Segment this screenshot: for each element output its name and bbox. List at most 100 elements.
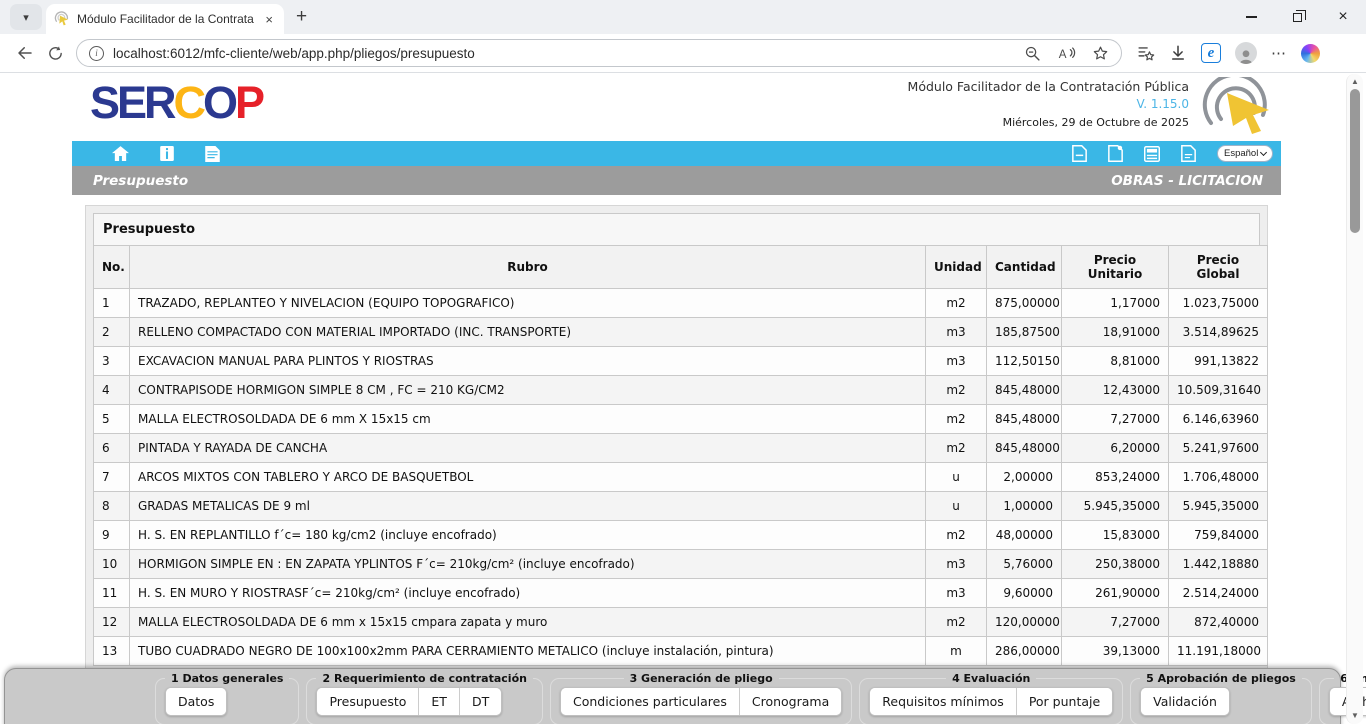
row-rubro: H. S. EN REPLANTILLO f´c= 180 kg/cm2 (in…: [130, 521, 926, 550]
browser-tab[interactable]: Módulo Facilitador de la Contrata ×: [46, 4, 284, 34]
row-no: 13: [94, 637, 130, 666]
app-title: Módulo Facilitador de la Contratación Pú…: [908, 79, 1189, 94]
nav-button-group: Requisitos mínimosPor puntaje: [869, 687, 1113, 716]
home-icon[interactable]: [112, 146, 129, 161]
window-minimize-button[interactable]: [1228, 0, 1274, 34]
tab-favicon-icon: [54, 11, 70, 27]
browser-menu-icon[interactable]: ⋯: [1271, 44, 1287, 62]
pdf-preview-icon[interactable]: [1181, 145, 1196, 162]
url-text[interactable]: localhost:6012/mfc-cliente/web/app.php/p…: [113, 46, 1015, 61]
back-button[interactable]: [10, 38, 40, 68]
page-content: SERCOP Módulo Facilitador de la Contrata…: [0, 74, 1346, 724]
collections-icon[interactable]: [1136, 44, 1155, 63]
table-header-row: No. Rubro Unidad Cantidad Precio Unitari…: [94, 246, 1268, 289]
scrollbar-down-icon[interactable]: ▼: [1347, 711, 1363, 720]
nav-button[interactable]: Por puntaje: [1016, 688, 1112, 715]
document-icon[interactable]: [205, 146, 220, 162]
menubar-left-icons: [112, 146, 220, 162]
browser-tab-strip: ▾ Módulo Facilitador de la Contrata × + …: [0, 0, 1366, 34]
svg-text:A: A: [1059, 49, 1067, 61]
app-menubar: Español: [72, 141, 1281, 166]
row-precio-global: 11.191,18000: [1169, 637, 1268, 666]
copilot-icon[interactable]: [1301, 44, 1320, 63]
nav-button[interactable]: Presupuesto: [317, 688, 418, 715]
read-aloud-icon[interactable]: A: [1057, 45, 1076, 62]
nav-button[interactable]: Condiciones particulares: [561, 688, 739, 715]
row-no: 12: [94, 608, 130, 637]
logo-text: C: [174, 77, 204, 128]
row-no: 9: [94, 521, 130, 550]
window-close-button[interactable]: ×: [1320, 0, 1366, 34]
refresh-button[interactable]: [40, 38, 70, 68]
row-unidad: m2: [926, 434, 987, 463]
row-cantidad: 845,48000: [987, 405, 1062, 434]
tab-search-button[interactable]: ▾: [10, 4, 42, 30]
row-rubro: CONTRAPISODE HORMIGON SIMPLE 8 CM , FC =…: [130, 376, 926, 405]
table-row: 3EXCAVACION MANUAL PARA PLINTOS Y RIOSTR…: [94, 347, 1268, 376]
row-precio-unitario: 853,24000: [1062, 463, 1169, 492]
calculator-icon[interactable]: [1144, 146, 1160, 162]
table-row: 10HORMIGON SIMPLE EN : EN ZAPATA YPLINTO…: [94, 550, 1268, 579]
row-precio-unitario: 15,83000: [1062, 521, 1169, 550]
nav-button[interactable]: ET: [418, 688, 459, 715]
row-no: 2: [94, 318, 130, 347]
nav-group-legend: 4 Evaluación: [946, 672, 1036, 685]
col-header-no: No.: [94, 246, 130, 289]
row-no: 8: [94, 492, 130, 521]
nav-button[interactable]: Cronograma: [739, 688, 841, 715]
nav-button[interactable]: DT: [459, 688, 501, 715]
nav-group: 2 Requerimiento de contrataciónPresupues…: [306, 672, 542, 724]
language-select[interactable]: Español: [1217, 145, 1273, 162]
row-precio-unitario: 250,38000: [1062, 550, 1169, 579]
scrollbar-up-icon[interactable]: ▲: [1347, 77, 1363, 86]
nav-button[interactable]: Validación: [1141, 688, 1229, 715]
col-header-rubro: Rubro: [130, 246, 926, 289]
row-no: 3: [94, 347, 130, 376]
row-cantidad: 5,76000: [987, 550, 1062, 579]
row-unidad: m2: [926, 405, 987, 434]
nav-button[interactable]: Datos: [166, 688, 226, 715]
zoom-out-icon[interactable]: [1024, 45, 1041, 62]
info-icon[interactable]: [160, 146, 174, 161]
scrollbar-thumb[interactable]: [1350, 89, 1360, 233]
col-header-cantidad: Cantidad: [987, 246, 1062, 289]
row-rubro: MALLA ELECTROSOLDADA DE 6 mm x 15x15 cmp…: [130, 608, 926, 637]
url-field[interactable]: i localhost:6012/mfc-cliente/web/app.php…: [76, 39, 1122, 67]
window-restore-button[interactable]: [1274, 0, 1320, 34]
downloads-icon[interactable]: [1169, 44, 1187, 62]
row-precio-global: 6.146,63960: [1169, 405, 1268, 434]
row-precio-global: 2.514,24000: [1169, 579, 1268, 608]
row-unidad: m2: [926, 289, 987, 318]
row-precio-unitario: 12,43000: [1062, 376, 1169, 405]
nav-button[interactable]: Requisitos mínimos: [870, 688, 1016, 715]
row-precio-unitario: 1,17000: [1062, 289, 1169, 318]
row-rubro: MALLA ELECTROSOLDADA DE 6 mm X 15x15 cm: [130, 405, 926, 434]
profile-avatar[interactable]: [1235, 42, 1257, 64]
row-precio-unitario: 18,91000: [1062, 318, 1169, 347]
row-rubro: RELLENO COMPACTADO CON MATERIAL IMPORTAD…: [130, 318, 926, 347]
page-scrollbar[interactable]: ▲ ▼: [1346, 74, 1363, 724]
site-info-icon[interactable]: i: [89, 46, 104, 61]
new-tab-button[interactable]: +: [296, 6, 307, 28]
new-document-icon[interactable]: [1108, 145, 1123, 162]
app-version: V. 1.15.0: [908, 97, 1189, 111]
tab-close-icon[interactable]: ×: [262, 12, 276, 27]
row-precio-global: 1.023,75000: [1169, 289, 1268, 318]
ie-mode-icon[interactable]: e: [1201, 43, 1221, 63]
row-unidad: m2: [926, 608, 987, 637]
table-row: 9H. S. EN REPLANTILLO f´c= 180 kg/cm2 (i…: [94, 521, 1268, 550]
favorite-star-icon[interactable]: [1092, 45, 1109, 62]
logo-text: SER: [90, 77, 174, 128]
budget-panel: Presupuesto No. Rubro Unidad Cantidad Pr…: [85, 205, 1268, 674]
col-header-unidad: Unidad: [926, 246, 987, 289]
row-unidad: m: [926, 637, 987, 666]
row-no: 6: [94, 434, 130, 463]
pdf-document-icon[interactable]: [1072, 145, 1087, 162]
row-precio-global: 5.945,35000: [1169, 492, 1268, 521]
row-unidad: m2: [926, 521, 987, 550]
row-unidad: m3: [926, 318, 987, 347]
row-precio-global: 3.514,89625: [1169, 318, 1268, 347]
table-row: 6PINTADA Y RAYADA DE CANCHAm2845,480006,…: [94, 434, 1268, 463]
logo-text: O: [203, 77, 235, 128]
row-precio-unitario: 8,81000: [1062, 347, 1169, 376]
